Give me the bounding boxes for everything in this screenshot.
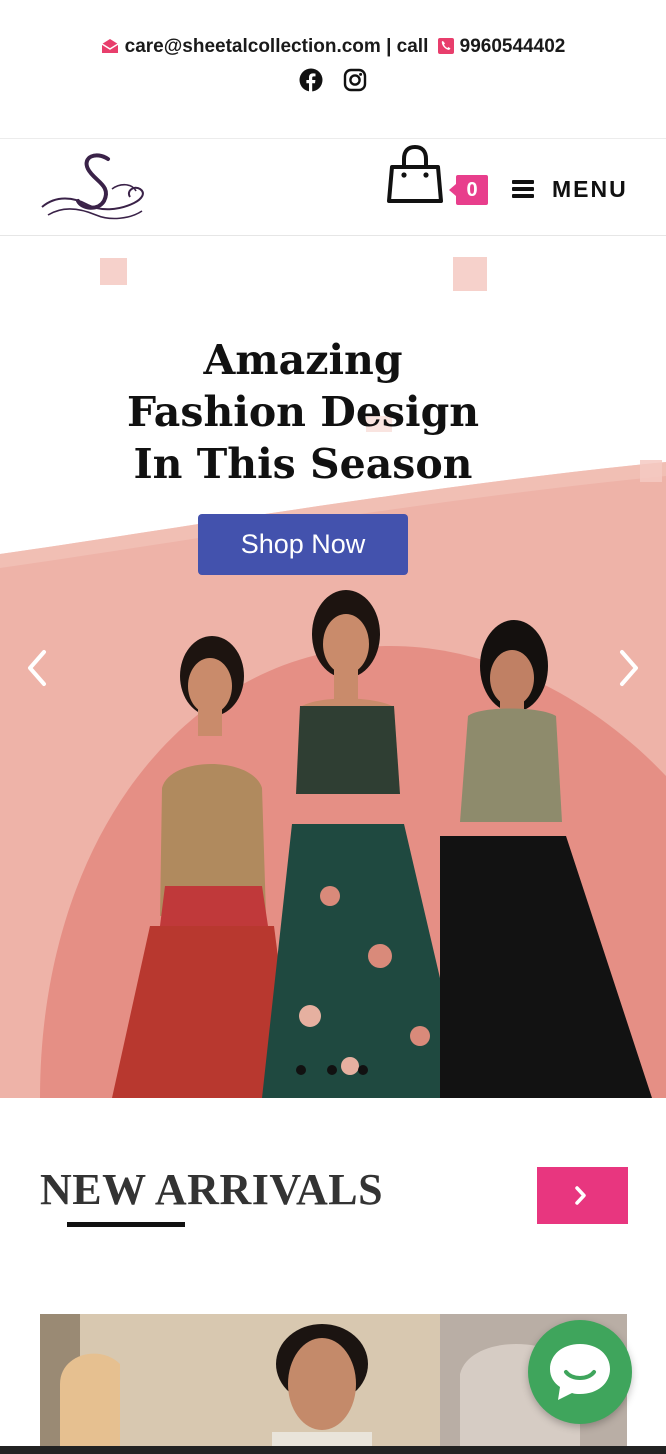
swan-s-logo[interactable]	[38, 149, 150, 225]
social-links	[0, 68, 666, 92]
hero-title: Amazing Fashion Design In This Season	[90, 334, 516, 490]
slider-dot[interactable]	[296, 1065, 306, 1075]
chat-widget-button[interactable]	[528, 1320, 632, 1424]
hamburger-icon	[512, 180, 534, 198]
call-label: call	[396, 36, 429, 57]
chevron-left-icon[interactable]	[24, 646, 50, 690]
contact-line: care@sheetalcollection.com | call 996054…	[0, 36, 666, 58]
bottom-bar	[0, 1446, 666, 1454]
slider-dot[interactable]	[327, 1065, 337, 1075]
decor-square	[100, 258, 127, 285]
shopping-bag-icon[interactable]	[386, 145, 444, 205]
hero-title-line: Fashion Design	[126, 388, 480, 436]
envelope-open-icon	[101, 39, 119, 53]
decor-square	[453, 257, 487, 291]
title-underline	[67, 1222, 185, 1227]
menu-button[interactable]: MENU	[512, 175, 628, 203]
site-header: 0 MENU	[0, 139, 666, 236]
chevron-right-icon[interactable]	[616, 646, 642, 690]
chevron-right-icon	[575, 1186, 586, 1205]
decor-square	[640, 460, 662, 482]
email-link[interactable]: care@sheetalcollection.com	[125, 36, 381, 57]
phone-icon	[437, 38, 454, 54]
cart-count-badge: 0	[449, 175, 488, 205]
shop-now-button[interactable]: Shop Now	[198, 514, 408, 575]
slider-dots	[296, 1065, 368, 1075]
top-contact-bar: care@sheetalcollection.com | call 996054…	[0, 0, 666, 139]
menu-label: MENU	[552, 175, 628, 202]
facebook-icon[interactable]	[299, 68, 323, 92]
section-title: NEW ARRIVALS	[40, 1165, 384, 1214]
contact-separator: |	[380, 36, 397, 57]
instagram-icon[interactable]	[343, 68, 367, 92]
hero-slider: Amazing Fashion Design In This Season Sh…	[0, 236, 666, 1098]
arrivals-next-button[interactable]	[537, 1167, 628, 1224]
phone-link[interactable]: 9960544402	[460, 36, 566, 57]
slider-dot[interactable]	[358, 1065, 368, 1075]
hero-title-line: In This Season	[133, 440, 473, 488]
hero-title-line: Amazing	[203, 336, 403, 384]
chat-bubble-icon	[550, 1344, 610, 1400]
